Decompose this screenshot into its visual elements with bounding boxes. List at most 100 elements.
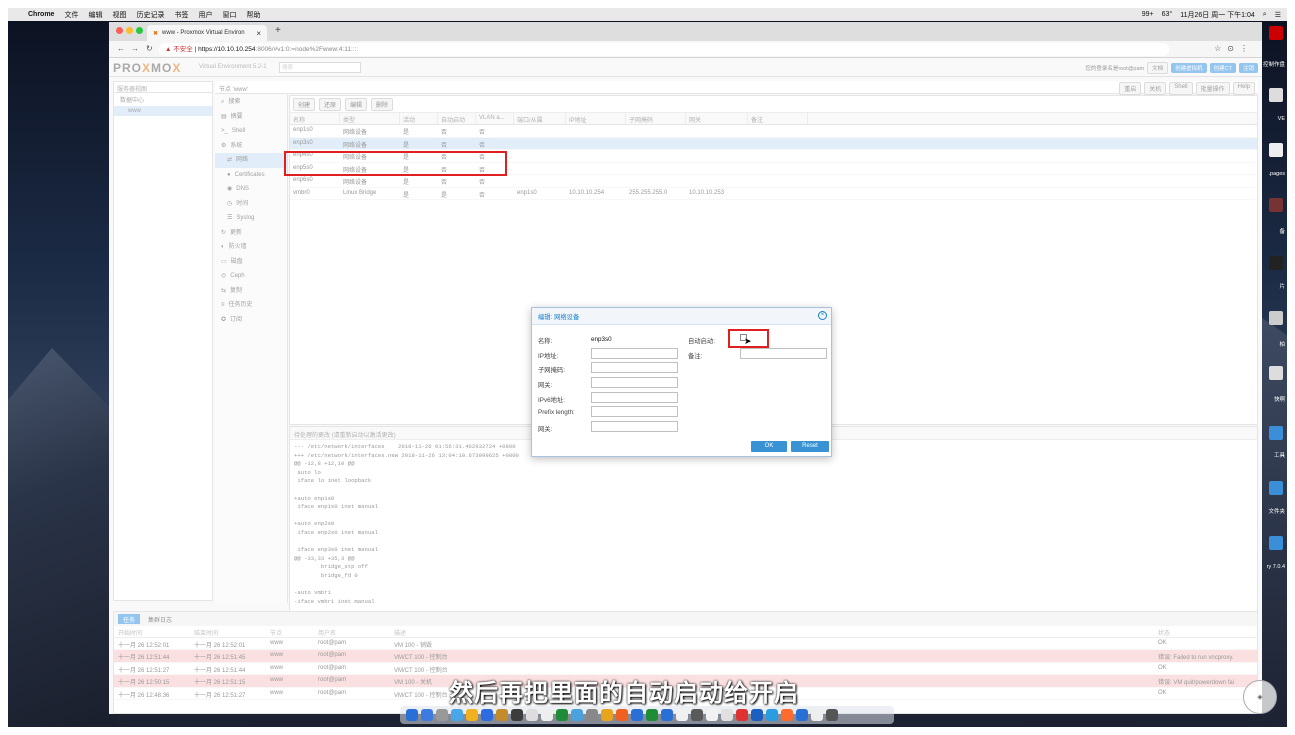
node-menu-item-12[interactable]: ◎ Ceph: [215, 269, 287, 284]
task-column-header[interactable]: 用户名: [314, 626, 390, 637]
reboot-button[interactable]: 重启: [1119, 82, 1142, 95]
task-column-header[interactable]: 开始时间: [114, 626, 190, 637]
node-menu-item-6[interactable]: ◉ DNS: [215, 182, 287, 197]
task-row[interactable]: 十一月 26 12:52:01 十一月 26 12:52:01 www root@pa…: [114, 638, 1257, 651]
dock-app-icon[interactable]: [586, 709, 598, 721]
desktop-file-icon[interactable]: [1269, 366, 1283, 380]
network-row[interactable]: enp3s0 网络设备 是 否 否: [290, 137, 1257, 150]
net-column-header[interactable]: 活动: [400, 113, 438, 124]
tree-item-node-www[interactable]: www: [114, 106, 212, 116]
task-column-header[interactable]: 结束时间: [190, 626, 266, 637]
menu-item[interactable]: 用户: [198, 10, 212, 20]
menu-item[interactable]: 历史记录: [136, 10, 164, 20]
gateway6-field[interactable]: [591, 421, 678, 432]
menu-item[interactable]: 视图: [112, 10, 126, 20]
dock-app-icon[interactable]: [736, 709, 748, 721]
help-button[interactable]: Help: [1232, 82, 1255, 95]
revert-button[interactable]: 还原: [319, 97, 342, 111]
desktop-folder-icon[interactable]: [1269, 426, 1283, 440]
node-menu-item-5[interactable]: ● Certificates: [215, 168, 287, 183]
menu-item[interactable]: 文件: [64, 10, 78, 20]
dock-app-icon[interactable]: [706, 709, 718, 721]
desktop-file-icon[interactable]: [1269, 198, 1283, 212]
edit-button[interactable]: 编辑: [345, 97, 368, 111]
desktop-folder-icon[interactable]: [1269, 481, 1283, 495]
node-menu-item-10[interactable]: ◐ 防火墙: [215, 240, 287, 255]
task-column-header[interactable]: 状态: [1154, 626, 1254, 637]
menu-item[interactable]: 帮助: [246, 10, 260, 20]
dock-app-icon[interactable]: [781, 709, 793, 721]
net-column-header[interactable]: IP地址: [566, 113, 626, 124]
dock-app-icon[interactable]: [466, 709, 478, 721]
create-ct-button[interactable]: 创建CT: [1209, 63, 1236, 73]
dock-app-icon[interactable]: [436, 709, 448, 721]
task-row[interactable]: 十一月 26 12:51:44 十一月 26 12:51:45 www root@pa…: [114, 650, 1257, 663]
menu-item[interactable]: 书签: [174, 10, 188, 20]
net-column-header[interactable]: 网关: [686, 113, 748, 124]
network-row[interactable]: enp1s0 网络设备 是 否 否: [290, 125, 1257, 138]
tab-tasks[interactable]: 任务: [118, 614, 141, 624]
dock-app-icon[interactable]: [556, 709, 568, 721]
node-menu-item-13[interactable]: ⇆ 复制: [215, 284, 287, 299]
reload-icon[interactable]: ↻: [146, 44, 153, 53]
prefix-length-field[interactable]: [591, 406, 678, 417]
node-menu-item-2[interactable]: >_ Shell: [215, 124, 287, 139]
logout-button[interactable]: 注销: [1238, 63, 1258, 73]
new-tab-button[interactable]: +: [275, 25, 281, 36]
net-column-header[interactable]: 备注: [748, 113, 808, 124]
dock-app-icon[interactable]: [526, 709, 538, 721]
net-column-header[interactable]: 类型: [340, 113, 400, 124]
back-icon[interactable]: ←: [117, 44, 125, 53]
network-row[interactable]: enp6s0 网络设备 是 否 否: [290, 175, 1257, 188]
forward-icon[interactable]: →: [131, 44, 139, 53]
dock-app-icon[interactable]: [451, 709, 463, 721]
dock-app-icon[interactable]: [661, 709, 673, 721]
node-menu-item-9[interactable]: ↻ 更新: [215, 226, 287, 241]
dock-app-icon[interactable]: [421, 709, 433, 721]
task-column-header[interactable]: 描述: [390, 626, 1154, 637]
ip-address-field[interactable]: [591, 348, 678, 359]
node-menu-item-4[interactable]: ⇄ 网络: [215, 153, 287, 168]
url-field[interactable]: ▲ 不安全 | https://10.10.10.254:8006/#v1:0:…: [159, 43, 1169, 56]
net-column-header[interactable]: 子网掩码: [626, 113, 686, 124]
dock-app-icon[interactable]: [766, 709, 778, 721]
net-column-header[interactable]: 自动启动: [438, 113, 476, 124]
create-vm-button[interactable]: 创建虚拟机: [1171, 63, 1207, 73]
notification-count[interactable]: 99+: [1142, 11, 1154, 18]
task-column-header[interactable]: 节点: [266, 626, 314, 637]
tree-view-select[interactable]: 服务器视图: [114, 82, 212, 93]
browser-tab[interactable]: ✖ www - Proxmox Virtual Environ ×: [147, 25, 267, 41]
docs-button[interactable]: 文档: [1147, 62, 1169, 74]
ipv6-address-field[interactable]: [591, 392, 678, 403]
node-menu-item-1[interactable]: ▤ 摘要: [215, 110, 287, 125]
desktop-file-icon[interactable]: [1269, 256, 1283, 270]
net-column-header[interactable]: VLAN a...: [476, 113, 514, 124]
dock-app-icon[interactable]: [646, 709, 658, 721]
dock-app-icon[interactable]: [826, 709, 838, 721]
node-menu-item-7[interactable]: ◷ 时间: [215, 197, 287, 212]
dock-app-icon[interactable]: [796, 709, 808, 721]
shell-button[interactable]: Shell: [1169, 82, 1193, 95]
maximize-window-button[interactable]: [136, 27, 143, 34]
ok-button[interactable]: OK: [751, 441, 787, 452]
app-menu[interactable]: Chrome: [28, 11, 54, 18]
node-menu-item-3[interactable]: ⚙ 系统: [215, 139, 287, 154]
desktop-file-icon[interactable]: [1269, 26, 1283, 40]
search-input[interactable]: 搜索: [279, 62, 361, 73]
netmask-field[interactable]: [591, 362, 678, 373]
dock-app-icon[interactable]: [676, 709, 688, 721]
tab-cluster-log[interactable]: 集群日志: [143, 614, 177, 624]
net-column-header[interactable]: 名称: [290, 113, 340, 124]
dock-app-icon[interactable]: [601, 709, 613, 721]
desktop-folder-icon[interactable]: [1269, 536, 1283, 550]
desktop-file-icon[interactable]: [1269, 311, 1283, 325]
dock-app-icon[interactable]: [721, 709, 733, 721]
search-icon[interactable]: ⌕: [1263, 11, 1267, 19]
net-column-header[interactable]: 端口/从属: [514, 113, 566, 124]
close-window-button[interactable]: [116, 27, 123, 34]
desktop-file-icon[interactable]: [1269, 143, 1283, 157]
dock-app-icon[interactable]: [616, 709, 628, 721]
network-row[interactable]: vmbr0 Linux Bridge 是 是 否 enp1s0 10.10.10.254 25…: [290, 188, 1257, 200]
create-button[interactable]: 创建: [293, 97, 316, 111]
delete-button[interactable]: 删除: [371, 97, 394, 111]
